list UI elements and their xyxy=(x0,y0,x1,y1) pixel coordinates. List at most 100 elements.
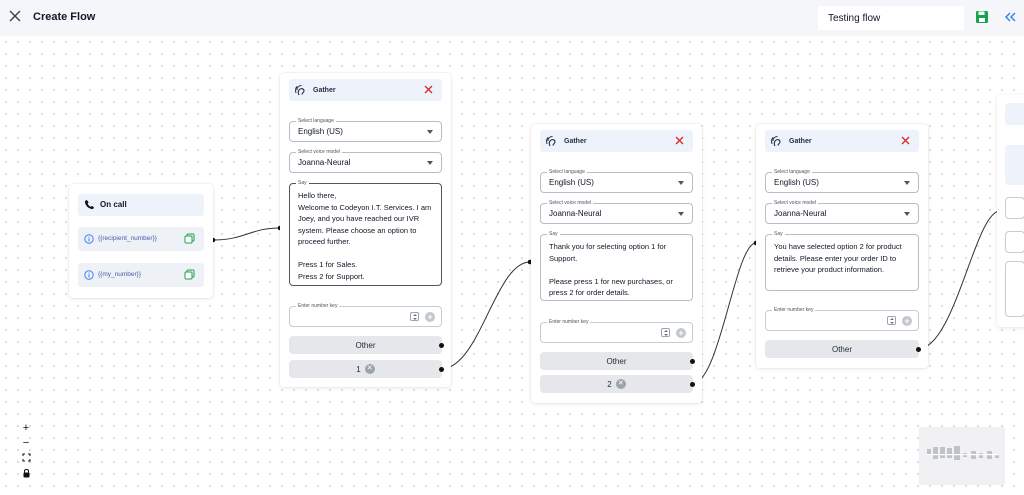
language-select[interactable]: Select language English (US) xyxy=(540,168,693,193)
page-title: Create Flow xyxy=(33,11,96,23)
gather-node[interactable]: Gather Select language English (US) Sele… xyxy=(756,124,928,368)
voice-select[interactable]: Select voice model Joanna-Neural xyxy=(765,199,919,224)
say-textarea[interactable]: Say Hello there, Welcome to Codeyon I.T.… xyxy=(289,179,442,286)
voice-select[interactable]: Select voice model Joanna-Neural xyxy=(289,148,442,173)
zoom-out-button[interactable]: − xyxy=(18,435,34,450)
say-label: Say xyxy=(772,230,785,238)
number-key-input[interactable]: Enter number key + xyxy=(540,318,693,343)
gather-title: Gather xyxy=(313,86,336,94)
say-text: Thank you for selecting option 1 for Sup… xyxy=(549,242,673,297)
gather-node[interactable]: Gather Select language English (US) Sele… xyxy=(531,124,702,403)
branch-label: 2 xyxy=(607,379,612,389)
info-icon xyxy=(84,234,94,244)
close-icon[interactable] xyxy=(424,85,433,94)
output-port[interactable] xyxy=(439,367,444,372)
say-label: Say xyxy=(547,230,560,238)
plus-icon[interactable]: + xyxy=(425,312,435,322)
oncall-node[interactable]: On call {{recipient_number}} {{my_number… xyxy=(69,184,213,298)
variable-row: {{recipient_number}} xyxy=(78,227,204,251)
gather-title: Gather xyxy=(789,137,812,145)
number-key-input[interactable]: Enter number key + xyxy=(289,302,442,327)
partial-node-block xyxy=(1005,145,1024,185)
save-icon[interactable] xyxy=(975,10,989,24)
lock-button[interactable] xyxy=(18,465,34,480)
language-value: English (US) xyxy=(549,178,594,187)
gather-header: Gather xyxy=(765,130,919,152)
voice-value: Joanna-Neural xyxy=(298,158,351,167)
oncall-title: On call xyxy=(100,200,127,209)
ear-icon xyxy=(295,84,305,95)
oncall-header: On call xyxy=(78,194,204,216)
close-icon[interactable] xyxy=(901,136,910,145)
branch-other[interactable]: Other xyxy=(765,340,919,358)
output-port[interactable] xyxy=(690,359,695,364)
chevron-down-icon xyxy=(904,181,910,185)
double-chevron-left-icon[interactable] xyxy=(1003,11,1017,23)
plus-icon[interactable]: + xyxy=(676,328,686,338)
copy-icon[interactable] xyxy=(184,269,195,280)
voice-value: Joanna-Neural xyxy=(549,209,602,218)
language-value: English (US) xyxy=(774,178,819,187)
close-icon[interactable] xyxy=(675,136,684,145)
ear-icon xyxy=(771,135,781,146)
branch-label: 1 xyxy=(356,364,361,374)
language-select[interactable]: Select language English (US) xyxy=(289,117,442,142)
plus-icon[interactable]: + xyxy=(902,316,912,326)
number-key-input[interactable]: Enter number key + xyxy=(765,306,919,331)
chevron-down-icon xyxy=(678,181,684,185)
say-text: You have selected option 2 for product d… xyxy=(774,242,902,274)
lock-icon xyxy=(23,468,29,477)
branch-label: Other xyxy=(831,344,852,354)
output-port[interactable] xyxy=(916,347,921,352)
branch-other[interactable]: Other xyxy=(540,352,693,370)
phone-icon xyxy=(84,199,95,210)
output-port[interactable] xyxy=(690,382,695,387)
partial-node-field[interactable] xyxy=(1005,197,1024,219)
fit-view-button[interactable] xyxy=(18,450,34,465)
number-key-label: Enter number key xyxy=(296,302,340,310)
voice-label: Select voice model xyxy=(547,199,593,207)
remove-icon[interactable]: ✕ xyxy=(364,364,375,374)
minimap-preview xyxy=(927,446,999,460)
variable-text: {{recipient_number}} xyxy=(98,235,157,242)
branch-key[interactable]: 1 ✕ xyxy=(289,360,442,378)
voice-label: Select voice model xyxy=(296,148,342,156)
output-port[interactable] xyxy=(439,343,444,348)
voice-value: Joanna-Neural xyxy=(774,209,827,218)
ear-icon xyxy=(546,135,556,146)
stepper-icon[interactable] xyxy=(887,316,896,325)
say-textarea[interactable]: Say You have selected option 2 for produ… xyxy=(765,230,919,291)
close-icon[interactable] xyxy=(8,9,22,23)
gather-title: Gather xyxy=(564,137,587,145)
language-label: Select language xyxy=(772,168,812,176)
partial-node-field[interactable] xyxy=(1005,231,1024,253)
flow-name-input[interactable] xyxy=(818,6,964,30)
gather-node[interactable]: Gather Select language English (US) Sele… xyxy=(280,73,451,387)
chevron-down-icon xyxy=(427,161,433,165)
minimap[interactable] xyxy=(919,427,1005,485)
partial-node-header xyxy=(1005,103,1024,125)
branch-label: Other xyxy=(355,340,376,350)
stepper-icon[interactable] xyxy=(661,328,670,337)
language-label: Select language xyxy=(547,168,587,176)
copy-icon[interactable] xyxy=(184,233,195,244)
language-select[interactable]: Select language English (US) xyxy=(765,168,919,193)
language-label: Select language xyxy=(296,117,336,125)
branch-other[interactable]: Other xyxy=(289,336,442,354)
voice-label: Select voice model xyxy=(772,199,818,207)
number-key-label: Enter number key xyxy=(772,306,816,314)
gather-header: Gather xyxy=(540,130,693,152)
stepper-icon[interactable] xyxy=(410,312,419,321)
chevron-down-icon xyxy=(678,212,684,216)
say-textarea[interactable]: Say Thank you for selecting option 1 for… xyxy=(540,230,693,301)
partial-node[interactable] xyxy=(997,95,1024,327)
voice-select[interactable]: Select voice model Joanna-Neural xyxy=(540,199,693,224)
partial-node-field[interactable] xyxy=(1005,261,1024,317)
branch-key[interactable]: 2 ✕ xyxy=(540,375,693,393)
zoom-in-button[interactable]: + xyxy=(18,420,34,435)
say-label: Say xyxy=(296,179,309,187)
top-bar: Create Flow xyxy=(0,0,1024,36)
remove-icon[interactable]: ✕ xyxy=(615,379,626,389)
fit-view-icon xyxy=(22,453,30,462)
say-text: Hello there, Welcome to Codeyon I.T. Ser… xyxy=(298,191,432,281)
